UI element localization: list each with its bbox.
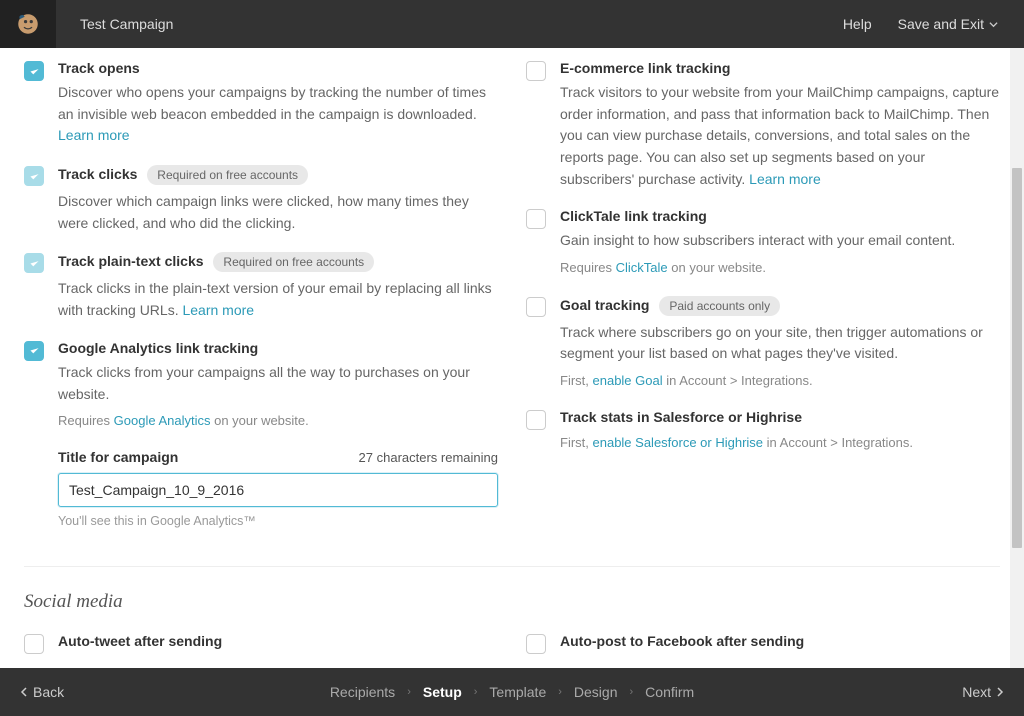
learn-more-link[interactable]: Learn more xyxy=(182,302,254,318)
mailchimp-logo[interactable] xyxy=(0,0,56,48)
next-button[interactable]: Next xyxy=(962,684,1004,700)
clicktale-link[interactable]: ClickTale xyxy=(616,260,668,275)
save-exit-label: Save and Exit xyxy=(898,16,984,32)
option-clicktale: ClickTale link tracking Gain insight to … xyxy=(526,208,1000,277)
chevron-left-icon xyxy=(20,687,28,697)
campaign-title-field-block: Title for campaign 27 characters remaini… xyxy=(58,449,498,528)
enable-goal-link[interactable]: enable Goal xyxy=(593,373,663,388)
checkbox-ecommerce[interactable] xyxy=(526,61,546,81)
step-confirm[interactable]: Confirm xyxy=(645,684,694,700)
scrollbar-thumb[interactable] xyxy=(1012,168,1022,548)
option-track-clicks: Track clicks Required on free accounts D… xyxy=(24,165,498,234)
checkbox-goal-tracking[interactable] xyxy=(526,297,546,317)
option-goal-tracking: Goal tracking Paid accounts only Track w… xyxy=(526,296,1000,391)
google-analytics-link[interactable]: Google Analytics xyxy=(114,413,211,428)
chevron-right-icon: › xyxy=(630,686,634,698)
main-content: Track opens Discover who opens your camp… xyxy=(0,48,1024,668)
option-description: Track visitors to your website from your… xyxy=(560,82,1000,190)
option-title: Track stats in Salesforce or Highrise xyxy=(560,409,802,425)
checkbox-auto-tweet[interactable] xyxy=(24,634,44,654)
option-title: Track clicks xyxy=(58,166,137,182)
check-icon xyxy=(28,65,41,78)
bottombar: Back Recipients › Setup › Template › Des… xyxy=(0,668,1024,716)
option-auto-tweet: Auto-tweet after sending xyxy=(24,633,498,654)
option-title: Goal tracking xyxy=(560,297,649,313)
checkbox-google-analytics[interactable] xyxy=(24,341,44,361)
social-media-heading: Social media xyxy=(24,591,1000,613)
left-column: Track opens Discover who opens your camp… xyxy=(24,60,498,528)
option-note: First, enable Salesforce or Highrise in … xyxy=(560,433,1000,453)
enable-salesforce-link[interactable]: enable Salesforce or Highrise xyxy=(593,435,764,450)
right-column: E-commerce link tracking Track visitors … xyxy=(526,60,1000,528)
option-google-analytics: Google Analytics link tracking Track cli… xyxy=(24,340,498,431)
option-title: Google Analytics link tracking xyxy=(58,340,258,356)
option-description: Track clicks from your campaigns all the… xyxy=(58,362,498,405)
scrollbar[interactable] xyxy=(1010,48,1024,668)
option-note: Requires Google Analytics on your websit… xyxy=(58,411,498,431)
option-title: Auto-tweet after sending xyxy=(58,633,222,649)
paid-badge: Paid accounts only xyxy=(659,296,780,316)
required-badge: Required on free accounts xyxy=(147,165,308,185)
option-description: Discover which campaign links were click… xyxy=(58,191,498,234)
checkbox-clicktale[interactable] xyxy=(526,209,546,229)
mailchimp-icon xyxy=(15,11,41,37)
step-setup[interactable]: Setup xyxy=(423,684,462,700)
option-salesforce: Track stats in Salesforce or Highrise Fi… xyxy=(526,409,1000,453)
chevron-right-icon: › xyxy=(407,686,411,698)
chevron-right-icon xyxy=(996,687,1004,697)
checkbox-auto-facebook[interactable] xyxy=(526,634,546,654)
option-title: Track plain-text clicks xyxy=(58,253,204,269)
option-description: Track where subscribers go on your site,… xyxy=(560,322,1000,365)
option-auto-facebook: Auto-post to Facebook after sending xyxy=(526,633,1000,654)
check-icon xyxy=(28,170,41,183)
option-title: ClickTale link tracking xyxy=(560,208,707,224)
save-exit-link[interactable]: Save and Exit xyxy=(898,16,998,32)
option-description: Discover who opens your campaigns by tra… xyxy=(58,82,498,147)
option-title: Auto-post to Facebook after sending xyxy=(560,633,804,649)
step-template[interactable]: Template xyxy=(489,684,546,700)
campaign-title-input[interactable] xyxy=(58,473,498,507)
option-description: Gain insight to how subscribers interact… xyxy=(560,230,1000,252)
back-button[interactable]: Back xyxy=(20,684,64,700)
field-label: Title for campaign xyxy=(58,449,178,465)
topbar: Test Campaign Help Save and Exit xyxy=(0,0,1024,48)
check-icon xyxy=(28,257,41,270)
check-icon xyxy=(28,344,41,357)
step-recipients[interactable]: Recipients xyxy=(330,684,395,700)
checkbox-track-opens[interactable] xyxy=(24,61,44,81)
checkbox-track-clicks[interactable] xyxy=(24,166,44,186)
characters-remaining: 27 characters remaining xyxy=(359,450,498,465)
chevron-right-icon: › xyxy=(558,686,562,698)
option-track-plain-text: Track plain-text clicks Required on free… xyxy=(24,252,498,321)
option-title: Track opens xyxy=(58,60,140,76)
checkbox-track-plain-text[interactable] xyxy=(24,253,44,273)
step-design[interactable]: Design xyxy=(574,684,618,700)
option-description: Track clicks in the plain-text version o… xyxy=(58,278,498,321)
help-link[interactable]: Help xyxy=(843,16,872,32)
option-track-opens: Track opens Discover who opens your camp… xyxy=(24,60,498,147)
option-ecommerce: E-commerce link tracking Track visitors … xyxy=(526,60,1000,190)
steps-nav: Recipients › Setup › Template › Design ›… xyxy=(330,684,694,700)
chevron-right-icon: › xyxy=(474,686,478,698)
learn-more-link[interactable]: Learn more xyxy=(58,127,130,143)
section-divider xyxy=(24,566,1000,567)
field-hint: You'll see this in Google Analytics™ xyxy=(58,514,498,528)
required-badge: Required on free accounts xyxy=(213,252,374,272)
learn-more-link[interactable]: Learn more xyxy=(749,171,821,187)
option-title: E-commerce link tracking xyxy=(560,60,730,76)
campaign-title: Test Campaign xyxy=(80,16,173,32)
option-note: First, enable Goal in Account > Integrat… xyxy=(560,371,1000,391)
chevron-down-icon xyxy=(989,20,998,29)
checkbox-salesforce[interactable] xyxy=(526,410,546,430)
option-note: Requires ClickTale on your website. xyxy=(560,258,1000,278)
